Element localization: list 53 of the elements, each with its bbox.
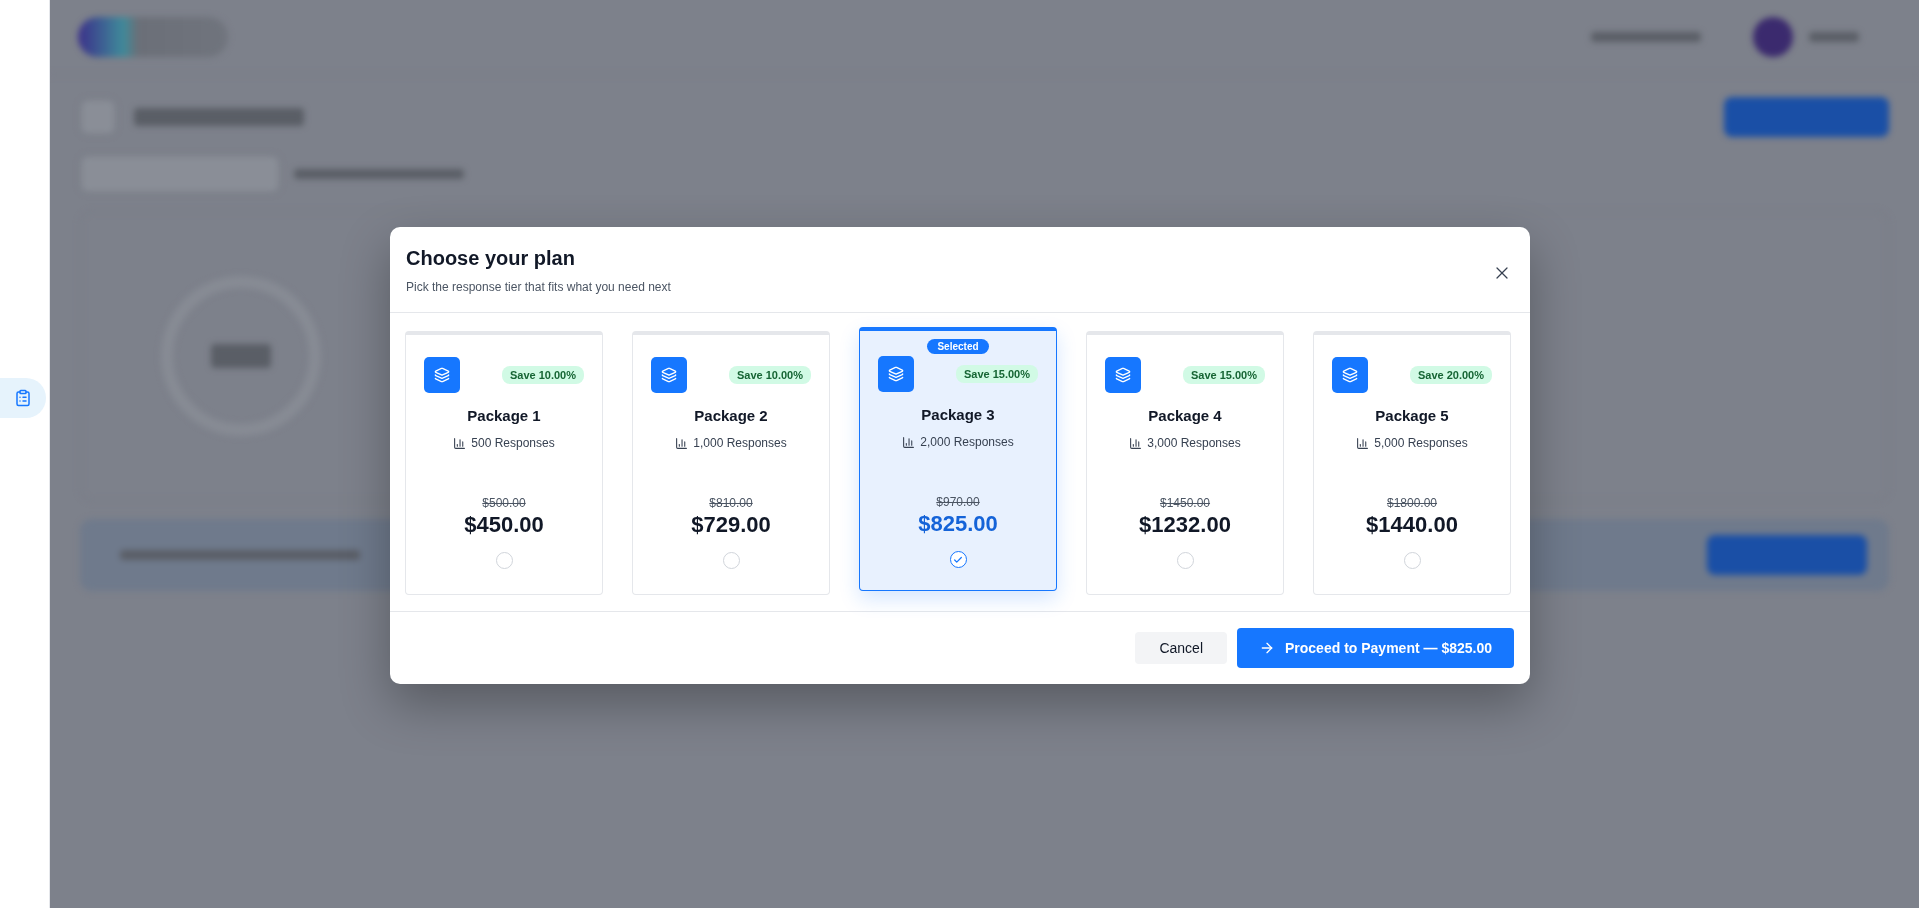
original-price: $810.00 — [709, 496, 753, 510]
response-count: 1,000 Responses — [693, 436, 787, 450]
original-price: $500.00 — [482, 496, 526, 510]
original-price: $970.00 — [936, 495, 980, 509]
cancel-button[interactable]: Cancel — [1135, 632, 1227, 664]
response-count: 3,000 Responses — [1147, 436, 1241, 450]
check-icon — [953, 554, 963, 565]
layers-icon — [1332, 357, 1368, 393]
response-count: 500 Responses — [471, 436, 555, 450]
package-card[interactable]: Save 15.00% Package 4 3,000 Responses $1450.00 $1232.00 — [1086, 331, 1284, 595]
package-name: Package 2 — [694, 407, 768, 424]
package-price: $1232.00 — [1139, 512, 1231, 538]
sidebar-item[interactable] — [0, 378, 46, 418]
package-price: $729.00 — [691, 512, 771, 538]
discount-badge: Save 20.00% — [1409, 366, 1492, 384]
layers-icon — [878, 356, 914, 392]
proceed-button[interactable]: Proceed to Payment — $825.00 — [1237, 628, 1514, 668]
avatar-circle — [1753, 17, 1793, 57]
package-name: Package 3 — [921, 406, 995, 423]
dialog-title: Choose your plan — [406, 247, 576, 270]
original-price: $1450.00 — [1159, 496, 1211, 510]
layers-icon — [651, 357, 687, 393]
arrow-right-icon — [1259, 640, 1275, 656]
layers-icon — [1105, 357, 1141, 393]
discount-badge: Save 15.00% — [1182, 366, 1265, 384]
package-price: $1440.00 — [1366, 512, 1458, 538]
blurred-text-bar — [1809, 32, 1859, 42]
response-count: 2,000 Responses — [920, 435, 1014, 449]
package-name: Package 5 — [1375, 407, 1449, 424]
layers-icon — [424, 357, 460, 393]
package-card[interactable]: Save 20.00% Package 5 5,000 Responses $1800.00 $1440.00 — [1313, 331, 1511, 595]
package-price: $450.00 — [464, 512, 544, 538]
blurred-text-bar — [211, 344, 271, 368]
bar-chart-icon — [675, 436, 689, 450]
package-card[interactable]: Save 10.00% Package 1 500 Responses $500.00 $450.00 — [405, 331, 603, 595]
discount-badge: Save 10.00% — [728, 366, 811, 384]
bar-chart-icon — [453, 436, 467, 450]
discount-badge: Save 15.00% — [955, 365, 1038, 383]
package-price: $825.00 — [918, 511, 998, 537]
clipboard-icon — [14, 389, 32, 407]
package-card[interactable]: Save 10.00% Package 2 1,000 Responses $810.00 $729.00 — [632, 331, 830, 595]
radio-button[interactable] — [949, 551, 967, 568]
package-name: Package 4 — [1148, 407, 1222, 424]
package-name: Package 1 — [467, 407, 541, 424]
bar-chart-icon — [1129, 436, 1143, 450]
dialog-subtitle: Pick the response tier that fits what you need next — [406, 280, 672, 294]
response-count: 5,000 Responses — [1374, 436, 1468, 450]
selected-badge: Selected — [927, 339, 989, 354]
bar-chart-icon — [1356, 436, 1370, 450]
discount-badge: Save 10.00% — [501, 366, 584, 384]
bar-chart-icon — [902, 435, 916, 449]
package-card[interactable]: Selected Save 15.00% Package 3 2,000 Responses $970.00 $825.00 — [859, 327, 1057, 591]
original-price: $1800.00 — [1386, 496, 1438, 510]
